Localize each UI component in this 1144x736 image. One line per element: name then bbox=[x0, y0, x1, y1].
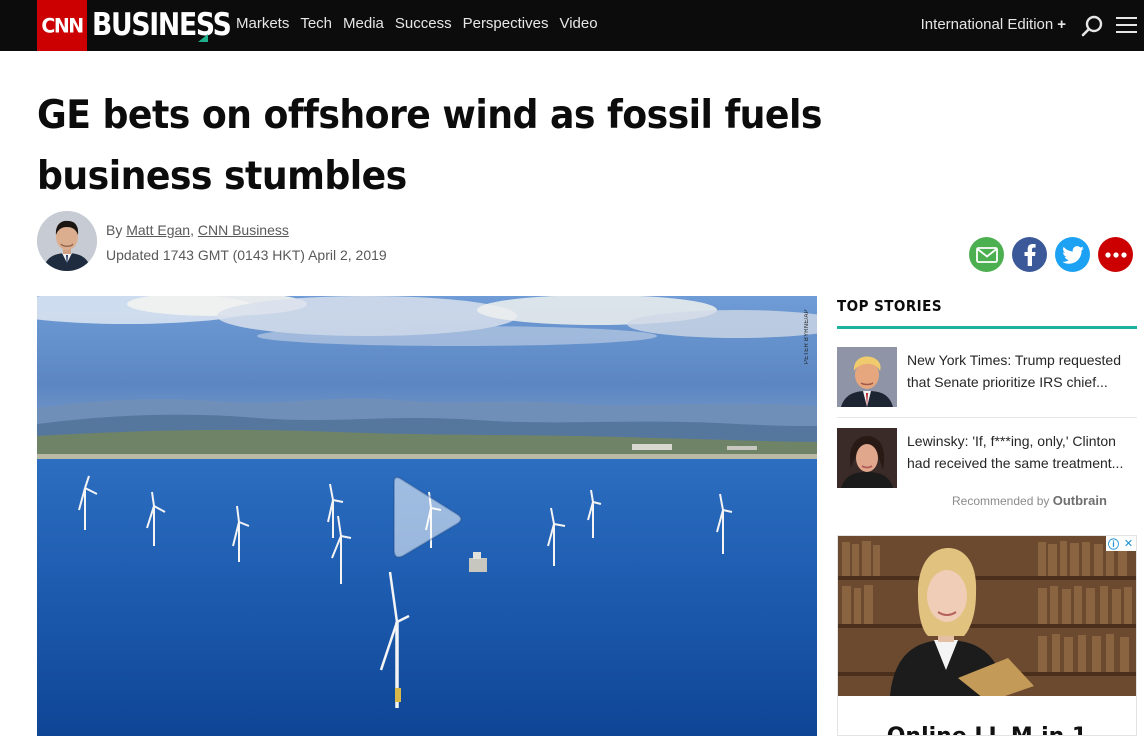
ad-close-icon[interactable]: ✕ bbox=[1121, 536, 1136, 551]
share-more-button[interactable] bbox=[1098, 237, 1133, 272]
author-avatar[interactable] bbox=[37, 211, 97, 271]
outbrain-logo: Outbrain bbox=[1052, 493, 1107, 508]
ad-info-icon[interactable]: ⓘ bbox=[1106, 536, 1121, 551]
share-twitter-button[interactable] bbox=[1055, 237, 1090, 272]
edition-label: International Edition bbox=[920, 16, 1054, 33]
story-headline[interactable]: Lewinsky: 'If, f***ing, only,' Clinton h… bbox=[907, 430, 1132, 474]
share-email-button[interactable] bbox=[969, 237, 1004, 272]
nav-item-perspectives[interactable]: Perspectives bbox=[463, 15, 549, 32]
ad-image bbox=[838, 536, 1136, 735]
nav-item-tech[interactable]: Tech bbox=[300, 15, 332, 32]
share-facebook-button[interactable] bbox=[1012, 237, 1047, 272]
story-headline-line-1: New York Times: Trump requested bbox=[907, 352, 1121, 368]
more-icon bbox=[1104, 251, 1127, 258]
story-headline-line-2: that Senate prioritize IRS chief... bbox=[907, 374, 1108, 390]
video-thumbnail-offshore-wind-farm bbox=[37, 296, 817, 736]
author-link[interactable]: Matt Egan bbox=[126, 222, 190, 238]
story-headline-line-1: Lewinsky: 'If, f***ing, only,' Clinton bbox=[907, 433, 1116, 449]
byline: By Matt Egan, CNN Business bbox=[106, 222, 289, 238]
story-headline[interactable]: New York Times: Trump requested that Sen… bbox=[907, 349, 1132, 393]
ad-caption[interactable]: Online LL.M.in 1 bbox=[838, 724, 1136, 735]
top-navigation-bar: CNN BUSINESS Markets Tech Media Success … bbox=[0, 0, 1144, 51]
top-stories-rule bbox=[837, 326, 1137, 329]
recommended-by-outbrain[interactable]: Recommended by Outbrain bbox=[952, 493, 1107, 508]
story-thumbnail[interactable] bbox=[837, 428, 897, 488]
email-icon bbox=[975, 246, 998, 263]
edition-selector[interactable]: International Edition + bbox=[921, 16, 1066, 33]
nav-item-video[interactable]: Video bbox=[559, 15, 597, 32]
list-item[interactable]: New York Times: Trump requested that Sen… bbox=[837, 347, 1137, 409]
list-item[interactable]: Lewinsky: 'If, f***ing, only,' Clinton h… bbox=[837, 428, 1137, 490]
search-icon[interactable] bbox=[1081, 15, 1103, 37]
story-headline-line-2: had received the same treatment... bbox=[907, 455, 1124, 471]
nav-item-markets[interactable]: Markets bbox=[236, 15, 289, 32]
video-player[interactable] bbox=[37, 296, 817, 736]
advertisement[interactable]: ⓘ ✕ Online LL.M.in 1 bbox=[837, 535, 1137, 736]
top-stories-heading: TOP STORIES bbox=[837, 297, 943, 315]
source-link[interactable]: CNN Business bbox=[198, 222, 289, 238]
recommended-label: Recommended by bbox=[952, 494, 1050, 508]
article-headline: GE bets on offshore wind as fossil fuels… bbox=[37, 93, 822, 199]
photo-credit: PETER BYRNE/AP bbox=[804, 309, 810, 364]
business-logo-triangle-icon bbox=[198, 34, 208, 42]
main-nav: Markets Tech Media Success Perspectives … bbox=[236, 15, 609, 32]
cnn-logo-text: CNN bbox=[41, 13, 84, 38]
cnn-logo[interactable]: CNN bbox=[37, 0, 87, 51]
story-thumbnail[interactable] bbox=[837, 347, 897, 407]
twitter-icon bbox=[1061, 245, 1084, 264]
business-logo[interactable]: BUSINESS bbox=[92, 7, 232, 43]
updated-timestamp: Updated 1743 GMT (0143 HKT) April 2, 201… bbox=[106, 247, 387, 263]
edition-plus-icon: + bbox=[1057, 16, 1066, 33]
nav-item-media[interactable]: Media bbox=[343, 15, 384, 32]
byline-prefix: By bbox=[106, 222, 123, 238]
facebook-icon bbox=[1024, 243, 1036, 266]
story-divider bbox=[837, 417, 1137, 418]
ad-choices[interactable]: ⓘ ✕ bbox=[1106, 536, 1136, 551]
byline-separator: , bbox=[190, 222, 194, 238]
hamburger-menu-icon[interactable] bbox=[1116, 17, 1137, 34]
nav-item-success[interactable]: Success bbox=[395, 15, 452, 32]
